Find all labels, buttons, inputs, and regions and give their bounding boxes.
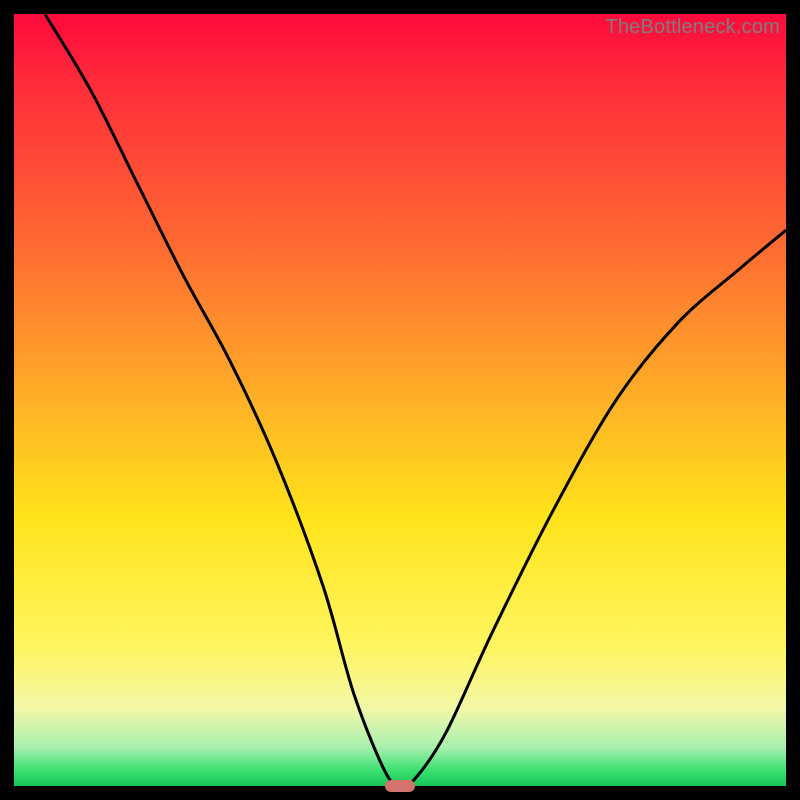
- bottleneck-curve: [14, 14, 786, 786]
- curve-path: [45, 14, 786, 786]
- plot-area: TheBottleneck.com: [14, 14, 786, 786]
- minimum-marker: [385, 780, 415, 792]
- chart-frame: TheBottleneck.com: [0, 0, 800, 800]
